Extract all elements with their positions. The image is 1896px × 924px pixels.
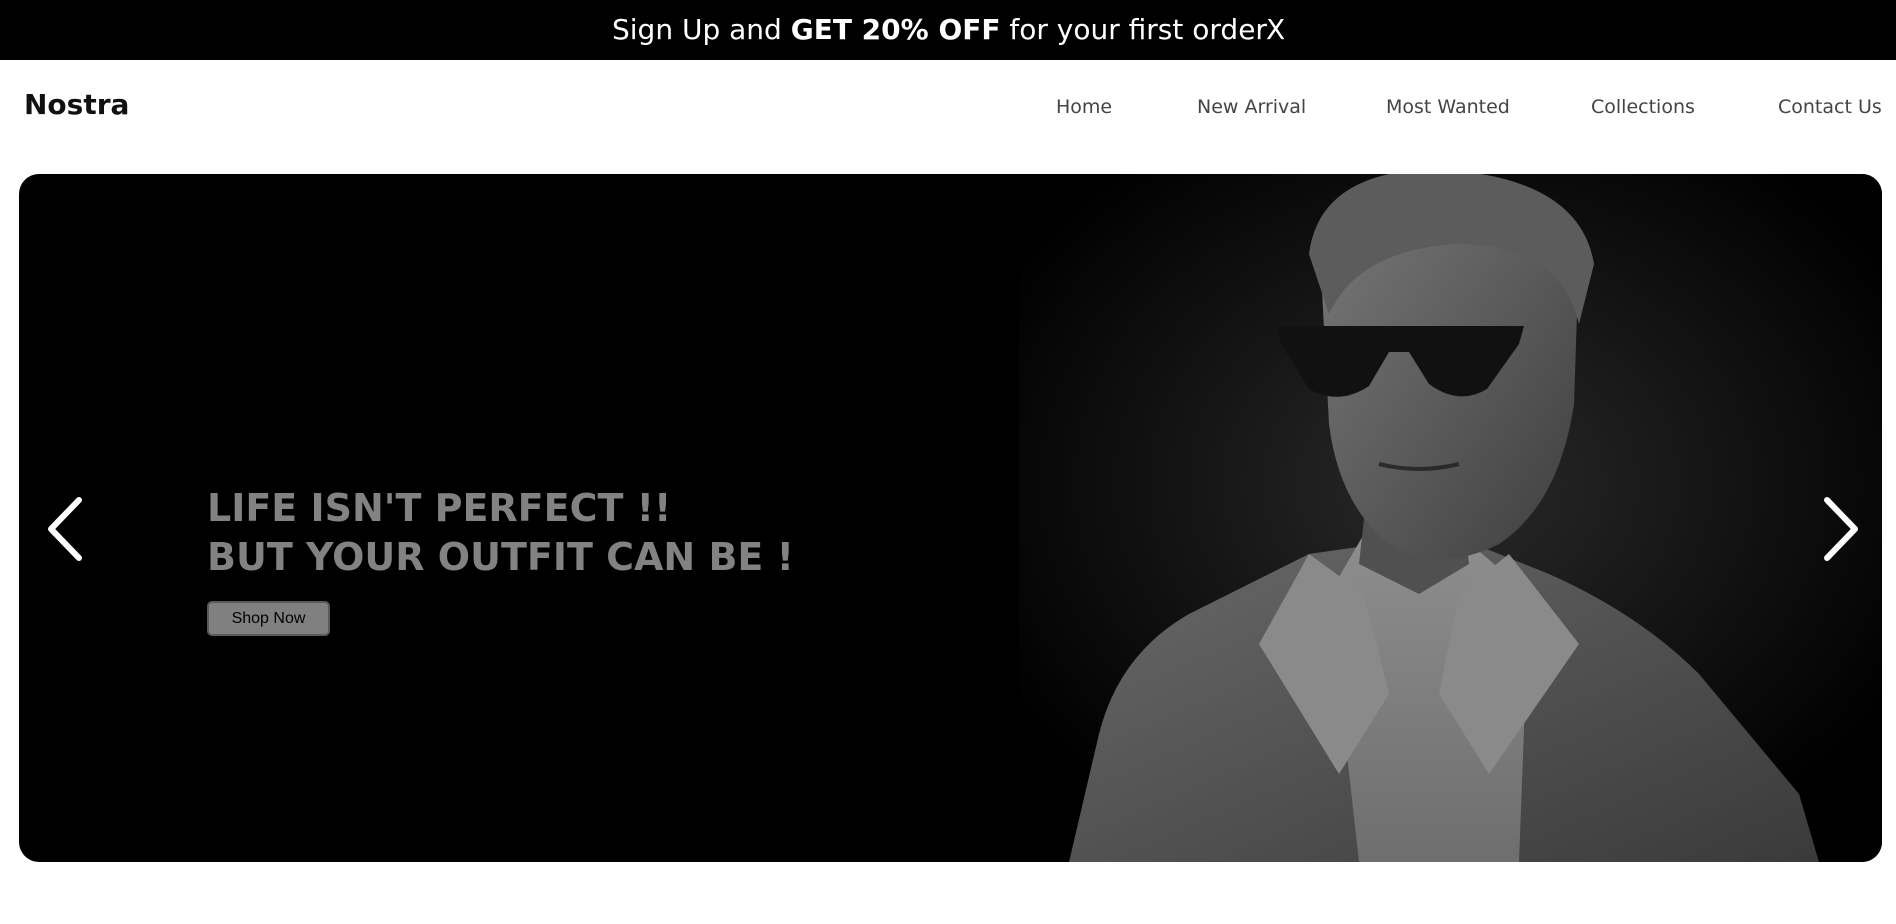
nav-link-new-arrival[interactable]: New Arrival	[1197, 94, 1306, 120]
hero-heading-line-2: BUT YOUR OUTFIT CAN BE !	[207, 535, 794, 579]
hero-banner: LIFE ISN'T PERFECT !! BUT YOUR OUTFIT CA…	[19, 174, 1882, 862]
nav-link-collections[interactable]: Collections	[1591, 94, 1695, 120]
logo[interactable]: Nostra	[24, 88, 129, 122]
announcement-text-end: for your first order	[1000, 13, 1267, 46]
hero-heading-line-1: LIFE ISN'T PERFECT !!	[207, 486, 672, 530]
site-header: Nostra Home New Arrival Most Wanted Coll…	[0, 60, 1896, 172]
carousel-next-button[interactable]	[1813, 494, 1863, 564]
nav-link-most-wanted[interactable]: Most Wanted	[1386, 94, 1510, 120]
hero-heading: LIFE ISN'T PERFECT !! BUT YOUR OUTFIT CA…	[207, 484, 794, 582]
announcement-bar: Sign Up and GET 20% OFF for your first o…	[0, 0, 1896, 60]
close-announcement-button[interactable]: X	[1266, 12, 1285, 48]
nav-link-home[interactable]: Home	[1056, 94, 1112, 120]
shop-now-button[interactable]: Shop Now	[207, 601, 330, 636]
announcement-discount: GET 20% OFF	[790, 13, 1001, 46]
chevron-right-icon	[1824, 497, 1858, 561]
carousel-prev-button[interactable]	[43, 494, 93, 564]
announcement-text-start: Sign Up and	[612, 13, 791, 46]
chevron-left-icon	[48, 497, 82, 561]
nav-link-contact-us[interactable]: Contact Us	[1778, 94, 1882, 120]
announcement-text: Sign Up and GET 20% OFF for your first o…	[612, 12, 1267, 48]
